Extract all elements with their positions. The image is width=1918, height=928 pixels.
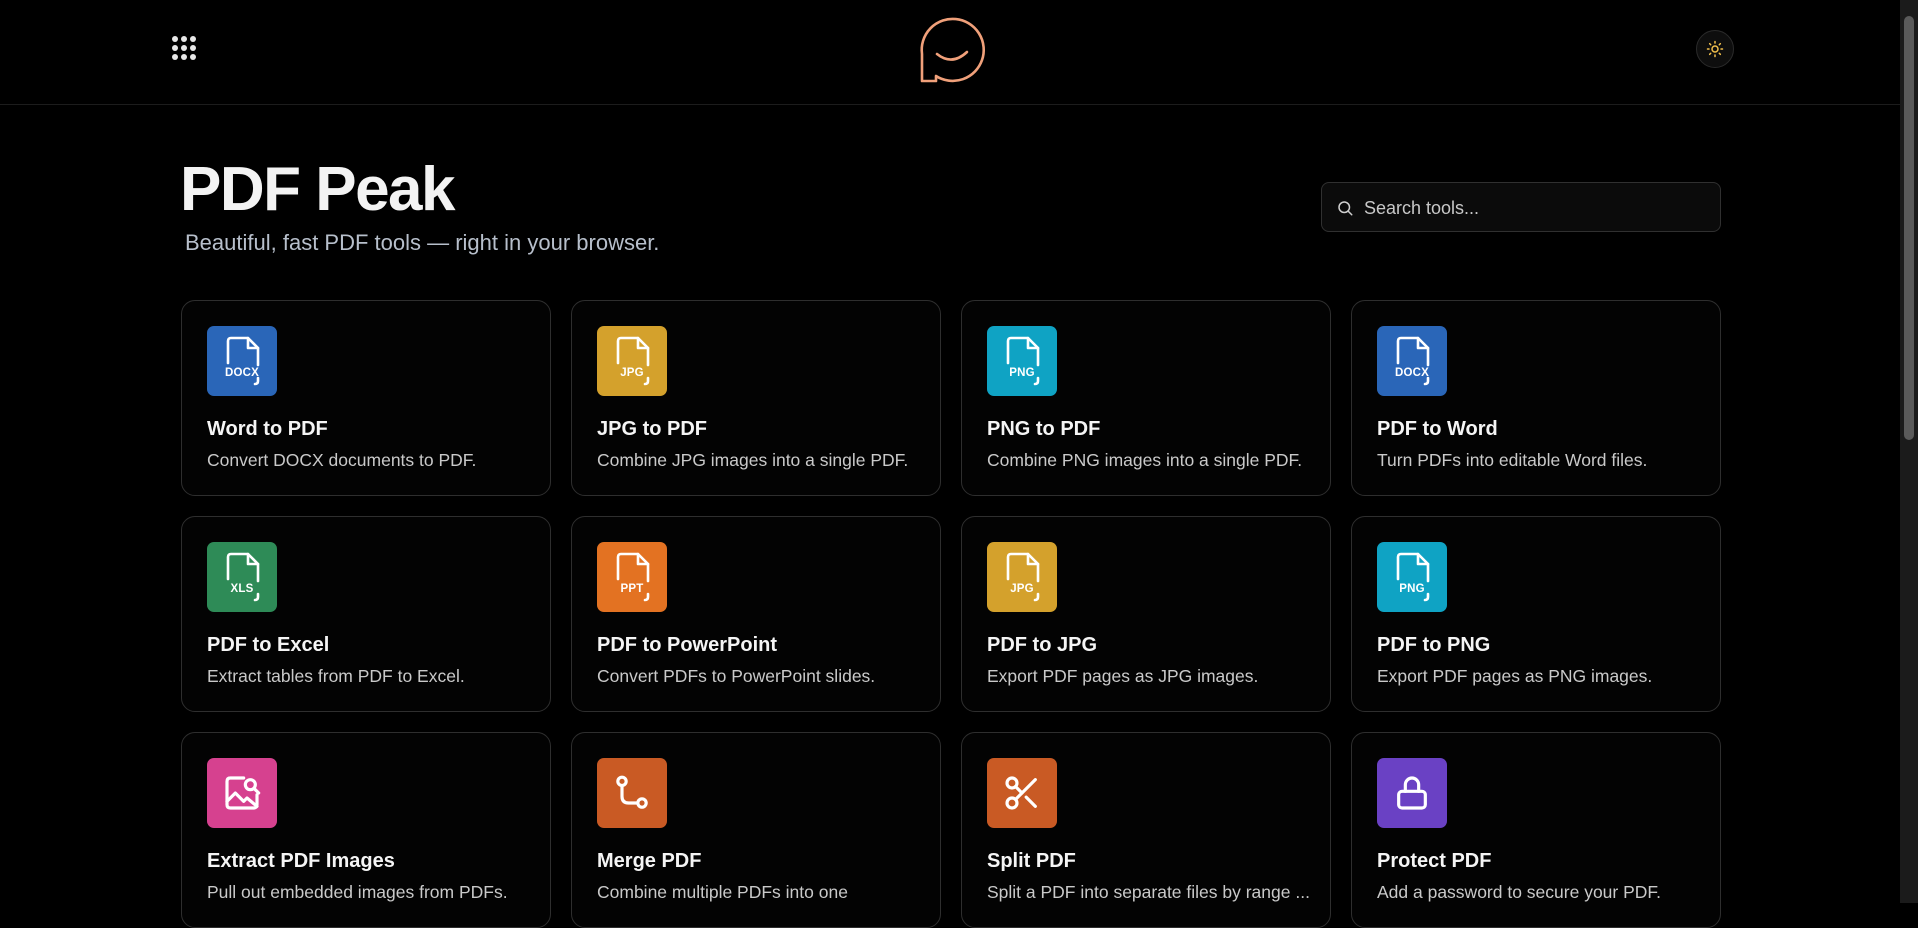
file-icon: XLS — [207, 542, 277, 612]
file-type-badge: DOCX — [224, 367, 260, 379]
tool-card-word-to-pdf[interactable]: DOCX Word to PDF Convert DOCX documents … — [181, 300, 551, 496]
tool-name: PDF to PowerPoint — [597, 634, 777, 656]
top-bar — [0, 0, 1900, 105]
file-icon: PNG — [1377, 542, 1447, 612]
file-icon: DOCX — [207, 326, 277, 396]
theme-toggle-button[interactable] — [1696, 30, 1734, 68]
scissors-icon — [987, 758, 1057, 828]
tool-name: PDF to Word — [1377, 418, 1498, 440]
file-type-badge: PNG — [1399, 583, 1425, 595]
file-icon: PPT — [597, 542, 667, 612]
tool-card-merge-pdf[interactable]: Merge PDF Combine multiple PDFs into one — [571, 732, 941, 928]
search-input[interactable] — [1362, 183, 1716, 233]
scrollbar[interactable] — [1900, 0, 1918, 903]
tool-card-png-to-pdf[interactable]: PNG PNG to PDF Combine PNG images into a… — [961, 300, 1331, 496]
tool-name: JPG to PDF — [597, 418, 708, 440]
tool-description: Pull out embedded images from PDFs. — [207, 882, 508, 902]
file-type-badge: XLS — [230, 583, 254, 595]
git-merge-icon — [597, 758, 667, 828]
tool-card-pdf-to-word[interactable]: DOCX PDF to Word Turn PDFs into editable… — [1351, 300, 1721, 496]
file-icon: JPG — [597, 326, 667, 396]
tool-description: Add a password to secure your PDF. — [1377, 882, 1662, 902]
tool-name: PDF to JPG — [987, 634, 1098, 656]
tool-description: Convert DOCX documents to PDF. — [207, 450, 477, 470]
tool-card-pdf-to-powerpoint[interactable]: PPT PDF to PowerPoint Convert PDFs to Po… — [571, 516, 941, 712]
grid-dots-icon[interactable] — [172, 36, 200, 64]
search-box[interactable] — [1321, 182, 1721, 233]
tool-name: Extract PDF Images — [207, 850, 395, 872]
smile-bubble-logo-icon[interactable] — [914, 14, 986, 86]
page-title: PDF Peak — [180, 155, 456, 224]
tool-name: PDF to PNG — [1377, 634, 1491, 656]
tool-card-extract-pdf-images[interactable]: Extract PDF Images Pull out embedded ima… — [181, 732, 551, 928]
tool-name: Word to PDF — [207, 418, 328, 440]
file-type-badge: DOCX — [1394, 367, 1430, 379]
file-icon: PNG — [987, 326, 1057, 396]
tool-card-split-pdf[interactable]: Split PDF Split a PDF into separate file… — [961, 732, 1331, 928]
tool-description: Export PDF pages as PNG images. — [1377, 666, 1653, 686]
page-subtitle: Beautiful, fast PDF tools — right in you… — [185, 230, 660, 255]
lock-icon — [1377, 758, 1447, 828]
file-icon: JPG — [987, 542, 1057, 612]
tool-description: Combine JPG images into a single PDF. — [597, 450, 909, 470]
file-type-badge: JPG — [620, 367, 644, 379]
tool-name: Protect PDF — [1377, 850, 1492, 872]
tool-name: Split PDF — [987, 850, 1076, 872]
image-search-icon — [207, 758, 277, 828]
tool-card-pdf-to-jpg[interactable]: JPG PDF to JPG Export PDF pages as JPG i… — [961, 516, 1331, 712]
tool-card-pdf-to-excel[interactable]: XLS PDF to Excel Extract tables from PDF… — [181, 516, 551, 712]
sun-icon — [1706, 40, 1724, 58]
file-type-badge: JPG — [1010, 583, 1034, 595]
tool-name: Merge PDF — [597, 850, 702, 872]
tool-description: Export PDF pages as JPG images. — [987, 666, 1259, 686]
scrollbar-thumb[interactable] — [1904, 16, 1914, 440]
tool-description: Combine multiple PDFs into one — [597, 882, 848, 902]
tool-card-protect-pdf[interactable]: Protect PDF Add a password to secure you… — [1351, 732, 1721, 928]
search-icon — [1338, 201, 1353, 216]
tool-name: PDF to Excel — [207, 634, 330, 656]
tool-card-jpg-to-pdf[interactable]: JPG JPG to PDF Combine JPG images into a… — [571, 300, 941, 496]
tool-description: Convert PDFs to PowerPoint slides. — [597, 666, 876, 686]
tool-description: Combine PNG images into a single PDF. — [987, 450, 1303, 470]
tool-name: PNG to PDF — [987, 418, 1101, 440]
tool-description: Split a PDF into separate files by range… — [987, 882, 1310, 902]
tool-description: Turn PDFs into editable Word files. — [1377, 450, 1648, 470]
file-type-badge: PNG — [1009, 367, 1035, 379]
tool-card-pdf-to-png[interactable]: PNG PDF to PNG Export PDF pages as PNG i… — [1351, 516, 1721, 712]
tool-description: Extract tables from PDF to Excel. — [207, 666, 465, 686]
file-type-badge: PPT — [620, 583, 644, 595]
tool-grid: DOCX Word to PDF Convert DOCX documents … — [181, 300, 1722, 928]
file-icon: DOCX — [1377, 326, 1447, 396]
